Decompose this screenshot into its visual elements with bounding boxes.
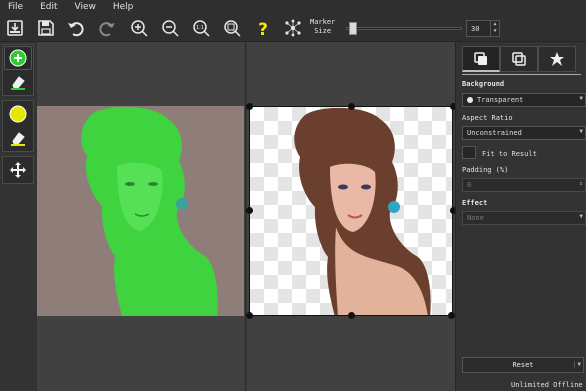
panel-tabs	[462, 46, 577, 72]
marker-label-line1: Marker	[310, 18, 336, 26]
reset-button[interactable]: Reset ▼	[462, 357, 584, 373]
fit-to-result-label: Fit to Result	[482, 150, 537, 158]
fit-to-result-checkbox[interactable]	[462, 146, 476, 159]
result-image[interactable]	[249, 106, 453, 316]
menu-bar: File Edit View Help	[0, 0, 586, 14]
add-foreground-icon[interactable]	[4, 46, 32, 70]
erase-foreground-icon[interactable]	[4, 70, 32, 94]
menu-file[interactable]: File	[0, 2, 32, 12]
padding-label: Padding (%)	[462, 166, 509, 174]
layers-icon[interactable]	[462, 46, 500, 72]
network-icon[interactable]	[282, 17, 304, 39]
chevron-down-icon: ▼	[579, 128, 583, 135]
aspect-dropdown[interactable]: Unconstrained ▼	[462, 126, 586, 140]
marker-size-slider-track[interactable]	[346, 27, 462, 30]
star-icon[interactable]	[538, 46, 576, 72]
menu-view[interactable]: View	[67, 2, 105, 12]
chevron-down-icon: ▼	[579, 95, 583, 102]
license-status: Unlimited Offline	[511, 381, 583, 389]
crop-handle-b[interactable]	[348, 312, 355, 319]
menu-help[interactable]: Help	[105, 2, 143, 12]
effect-label: Effect	[462, 199, 488, 207]
input-canvas[interactable]	[37, 42, 246, 391]
background-dropdown[interactable]: Transparent ▼	[462, 93, 586, 107]
copy-icon[interactable]	[500, 46, 538, 72]
chevron-down-icon[interactable]: ▼	[574, 361, 581, 368]
crop-handle-t[interactable]	[348, 103, 355, 110]
tab-underline	[462, 74, 581, 75]
crop-handle-bl[interactable]	[246, 312, 253, 319]
effect-dropdown[interactable]: None ▼	[462, 211, 586, 225]
padding-value: 0	[467, 181, 472, 189]
crop-handle-tl[interactable]	[246, 103, 253, 110]
chevron-down-icon: ▼	[579, 213, 583, 220]
redo-icon[interactable]	[96, 17, 118, 39]
marker-size-label: Marker Size	[310, 18, 335, 36]
svg-text:?: ?	[258, 20, 268, 37]
crop-handle-br[interactable]	[448, 312, 455, 319]
move-icon[interactable]	[4, 158, 32, 182]
reset-label: Reset	[512, 361, 534, 369]
open-file-icon[interactable]	[4, 17, 26, 39]
background-label: Background	[462, 80, 505, 88]
marker-size-spinbox[interactable]: 30 ▲ ▼	[466, 20, 500, 37]
background-value: Transparent	[477, 96, 524, 104]
save-icon[interactable]	[35, 17, 57, 39]
result-canvas[interactable]	[246, 42, 457, 391]
zoom-fit-icon[interactable]	[221, 17, 243, 39]
help-icon[interactable]: ?	[252, 17, 274, 39]
marker-size-slider-thumb[interactable]	[349, 22, 357, 35]
left-toolbox	[0, 42, 37, 391]
padding-spinbox[interactable]: 0 ⇕	[462, 178, 586, 192]
properties-panel: Background Transparent ▼ Aspect Ratio Un…	[455, 42, 586, 391]
zoom-in-icon[interactable]	[128, 17, 150, 39]
toolbar: 1:1 ? Marker Size 30 ▲ ▼	[0, 14, 586, 42]
spin-arrows-icon[interactable]: ▲ ▼	[490, 21, 499, 36]
input-image[interactable]	[37, 106, 244, 316]
menu-edit[interactable]: Edit	[32, 2, 66, 12]
aspect-label: Aspect Ratio	[462, 114, 513, 122]
undo-icon[interactable]	[65, 17, 87, 39]
background-marker-icon[interactable]	[4, 102, 32, 126]
zoom-out-icon[interactable]	[159, 17, 181, 39]
color-dot-icon	[467, 97, 473, 103]
spin-arrows-icon: ⇕	[579, 180, 583, 187]
crop-handle-l[interactable]	[246, 207, 253, 214]
aspect-value: Unconstrained	[467, 129, 522, 137]
zoom-actual-icon[interactable]: 1:1	[190, 17, 212, 39]
svg-text:1:1: 1:1	[196, 25, 204, 31]
marker-size-value: 30	[471, 25, 480, 33]
marker-label-line2: Size	[314, 27, 332, 35]
erase-background-icon[interactable]	[4, 126, 32, 150]
effect-value: None	[467, 214, 484, 222]
